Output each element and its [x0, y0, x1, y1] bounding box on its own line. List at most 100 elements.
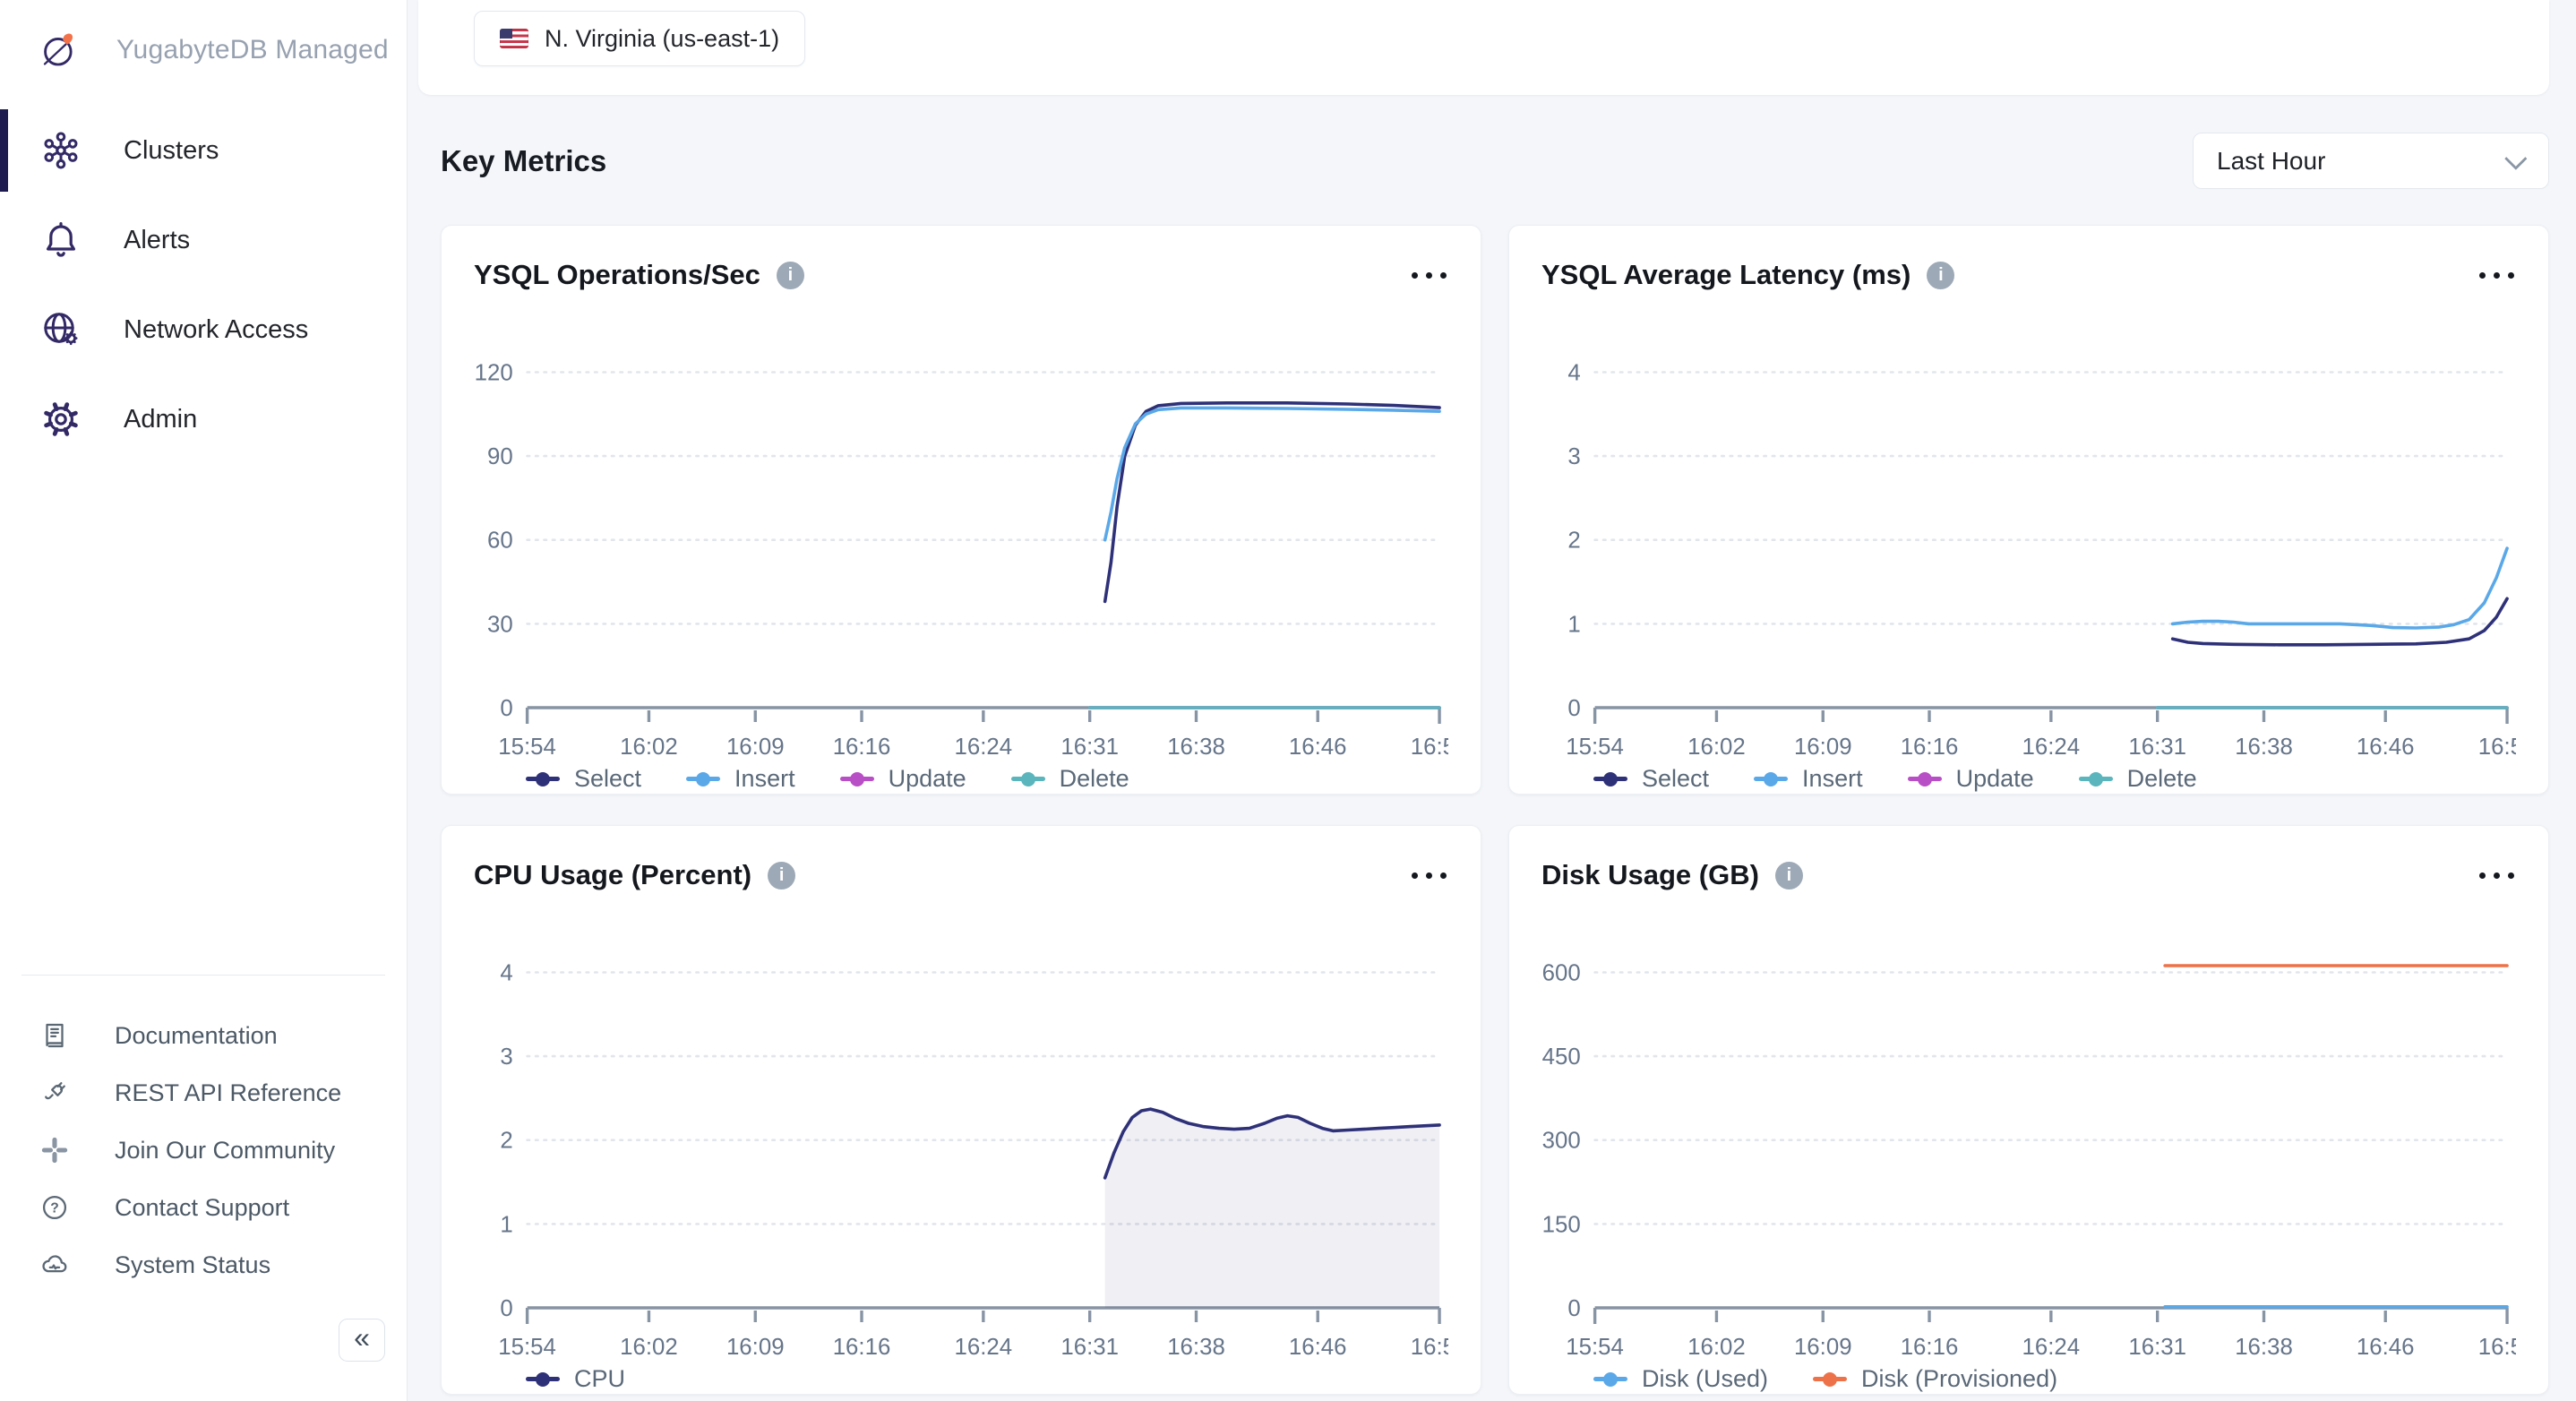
brand: YugabyteDB Managed: [0, 0, 407, 86]
svg-text:16:38: 16:38: [1167, 1335, 1225, 1360]
card-menu-button[interactable]: [1410, 263, 1448, 288]
sidebar-link-documentation[interactable]: Documentation: [0, 1007, 407, 1064]
svg-text:16:46: 16:46: [2357, 1335, 2415, 1360]
legend-label: Disk (Provisioned): [1861, 1365, 2057, 1393]
svg-text:16:31: 16:31: [1060, 735, 1119, 760]
sidebar-item-clusters[interactable]: Clusters: [0, 106, 407, 195]
chart-plot: 0123415:5416:0216:0916:1616:2416:3116:38…: [474, 903, 1448, 1365]
svg-text:16:09: 16:09: [726, 1335, 785, 1360]
svg-text:4: 4: [500, 960, 512, 985]
sidebar-item-alerts[interactable]: Alerts: [0, 195, 407, 285]
legend-label: CPU: [574, 1365, 625, 1393]
sidebar-link-label: REST API Reference: [115, 1079, 341, 1107]
legend-dot-icon: [536, 772, 550, 786]
svg-text:16:54: 16:54: [2478, 735, 2516, 760]
sidebar-link-label: Contact Support: [115, 1194, 289, 1222]
card-header: CPU Usage (Percent) i: [474, 853, 1448, 898]
svg-text:15:54: 15:54: [498, 735, 556, 760]
sidebar-item-label: Alerts: [124, 226, 190, 255]
svg-text:16:16: 16:16: [833, 1335, 891, 1360]
svg-text:16:02: 16:02: [620, 1335, 678, 1360]
card-header: Disk Usage (GB) i: [1541, 853, 2516, 898]
card-title: YSQL Average Latency (ms): [1541, 259, 1911, 291]
legend-item-disk-used[interactable]: Disk (Used): [1593, 1365, 1768, 1393]
legend-dot-icon: [1918, 772, 1932, 786]
sidebar: YugabyteDB Managed Clusters Alerts Netwo…: [0, 0, 408, 1401]
legend-dot-icon: [1764, 772, 1778, 786]
svg-text:60: 60: [487, 529, 513, 554]
legend-item-insert[interactable]: Insert: [1754, 765, 1863, 793]
clusters-icon: [39, 129, 82, 172]
legend-item-insert[interactable]: Insert: [686, 765, 795, 793]
sidebar-collapse-button[interactable]: «: [339, 1319, 385, 1362]
metric-card-disk-usage-gb: Disk Usage (GB) i 015030045060015:5416:0…: [1508, 825, 2549, 1395]
legend-label: Delete: [2127, 765, 2197, 793]
metrics-header-row: Key Metrics Last Hour: [441, 133, 2549, 189]
legend-label: Disk (Used): [1642, 1365, 1768, 1393]
svg-text:1: 1: [500, 1212, 512, 1237]
sidebar-item-admin[interactable]: Admin: [0, 374, 407, 464]
svg-text:16:31: 16:31: [2128, 1335, 2186, 1360]
svg-text:30: 30: [487, 612, 513, 637]
legend-label: Select: [574, 765, 641, 793]
svg-text:450: 450: [1542, 1044, 1581, 1070]
sidebar-item-network-access[interactable]: Network Access: [0, 285, 407, 374]
legend-marker-icon: [2079, 777, 2113, 781]
legend-item-update[interactable]: Update: [1908, 765, 2034, 793]
legend-dot-icon: [850, 772, 864, 786]
legend-dot-icon: [536, 1372, 550, 1387]
legend-item-update[interactable]: Update: [840, 765, 966, 793]
card-menu-button[interactable]: [2477, 864, 2516, 888]
sidebar-link-contact-support[interactable]: ? Contact Support: [0, 1179, 407, 1236]
info-icon[interactable]: i: [768, 862, 795, 890]
sidebar-link-label: Documentation: [115, 1022, 278, 1050]
svg-text:16:24: 16:24: [955, 735, 1013, 760]
sidebar-link-label: System Status: [115, 1251, 270, 1279]
card-menu-button[interactable]: [2477, 263, 2516, 288]
sidebar-bottom-links: Documentation REST API Reference Join Ou…: [0, 975, 407, 1401]
legend-marker-icon: [686, 777, 720, 781]
legend-label: Update: [1956, 765, 2034, 793]
legend-item-select[interactable]: Select: [526, 765, 641, 793]
book-icon: [39, 1020, 70, 1051]
legend-marker-icon: [1011, 777, 1045, 781]
help-icon: ?: [39, 1192, 70, 1223]
legend-dot-icon: [1823, 1372, 1837, 1387]
metric-card-ysql-operations-sec: YSQL Operations/Sec i 030609012015:5416:…: [441, 225, 1481, 795]
svg-text:16:02: 16:02: [620, 735, 678, 760]
legend-item-select[interactable]: Select: [1593, 765, 1709, 793]
card-menu-button[interactable]: [1410, 864, 1448, 888]
svg-text:90: 90: [487, 444, 513, 469]
svg-text:16:16: 16:16: [1901, 1335, 1959, 1360]
svg-text:150: 150: [1542, 1212, 1581, 1237]
sidebar-item-label: Network Access: [124, 315, 308, 345]
info-icon[interactable]: i: [1775, 862, 1803, 890]
legend-dot-icon: [1603, 1372, 1618, 1387]
sidebar-link-rest-api-reference[interactable]: REST API Reference: [0, 1064, 407, 1122]
svg-text:300: 300: [1542, 1129, 1581, 1154]
chart-plot: 0123415:5416:0216:0916:1616:2416:3116:38…: [1541, 303, 2516, 765]
svg-text:16:38: 16:38: [2235, 735, 2293, 760]
info-icon[interactable]: i: [1927, 262, 1954, 289]
svg-text:16:54: 16:54: [2478, 1335, 2516, 1360]
svg-text:2: 2: [1567, 529, 1580, 554]
svg-text:2: 2: [500, 1129, 512, 1154]
card-title: YSQL Operations/Sec: [474, 259, 760, 291]
plug-icon: [39, 1078, 70, 1108]
chart-plot: 030609012015:5416:0216:0916:1616:2416:31…: [474, 303, 1448, 765]
legend-item-cpu[interactable]: CPU: [526, 1365, 625, 1393]
legend-item-disk-provisioned[interactable]: Disk (Provisioned): [1813, 1365, 2057, 1393]
sidebar-link-join-our-community[interactable]: Join Our Community: [0, 1122, 407, 1179]
chart-plot: 015030045060015:5416:0216:0916:1616:2416…: [1541, 903, 2516, 1365]
time-range-value: Last Hour: [2217, 147, 2325, 176]
time-range-select[interactable]: Last Hour: [2193, 133, 2549, 189]
region-tab[interactable]: N. Virginia (us-east-1): [474, 11, 805, 66]
sidebar-link-system-status[interactable]: System Status: [0, 1236, 407, 1294]
legend-label: Insert: [1802, 765, 1863, 793]
legend-item-delete[interactable]: Delete: [2079, 765, 2197, 793]
legend-dot-icon: [696, 772, 710, 786]
svg-text:16:24: 16:24: [955, 1335, 1013, 1360]
legend-item-delete[interactable]: Delete: [1011, 765, 1129, 793]
card-header: YSQL Average Latency (ms) i: [1541, 253, 2516, 297]
info-icon[interactable]: i: [777, 262, 804, 289]
